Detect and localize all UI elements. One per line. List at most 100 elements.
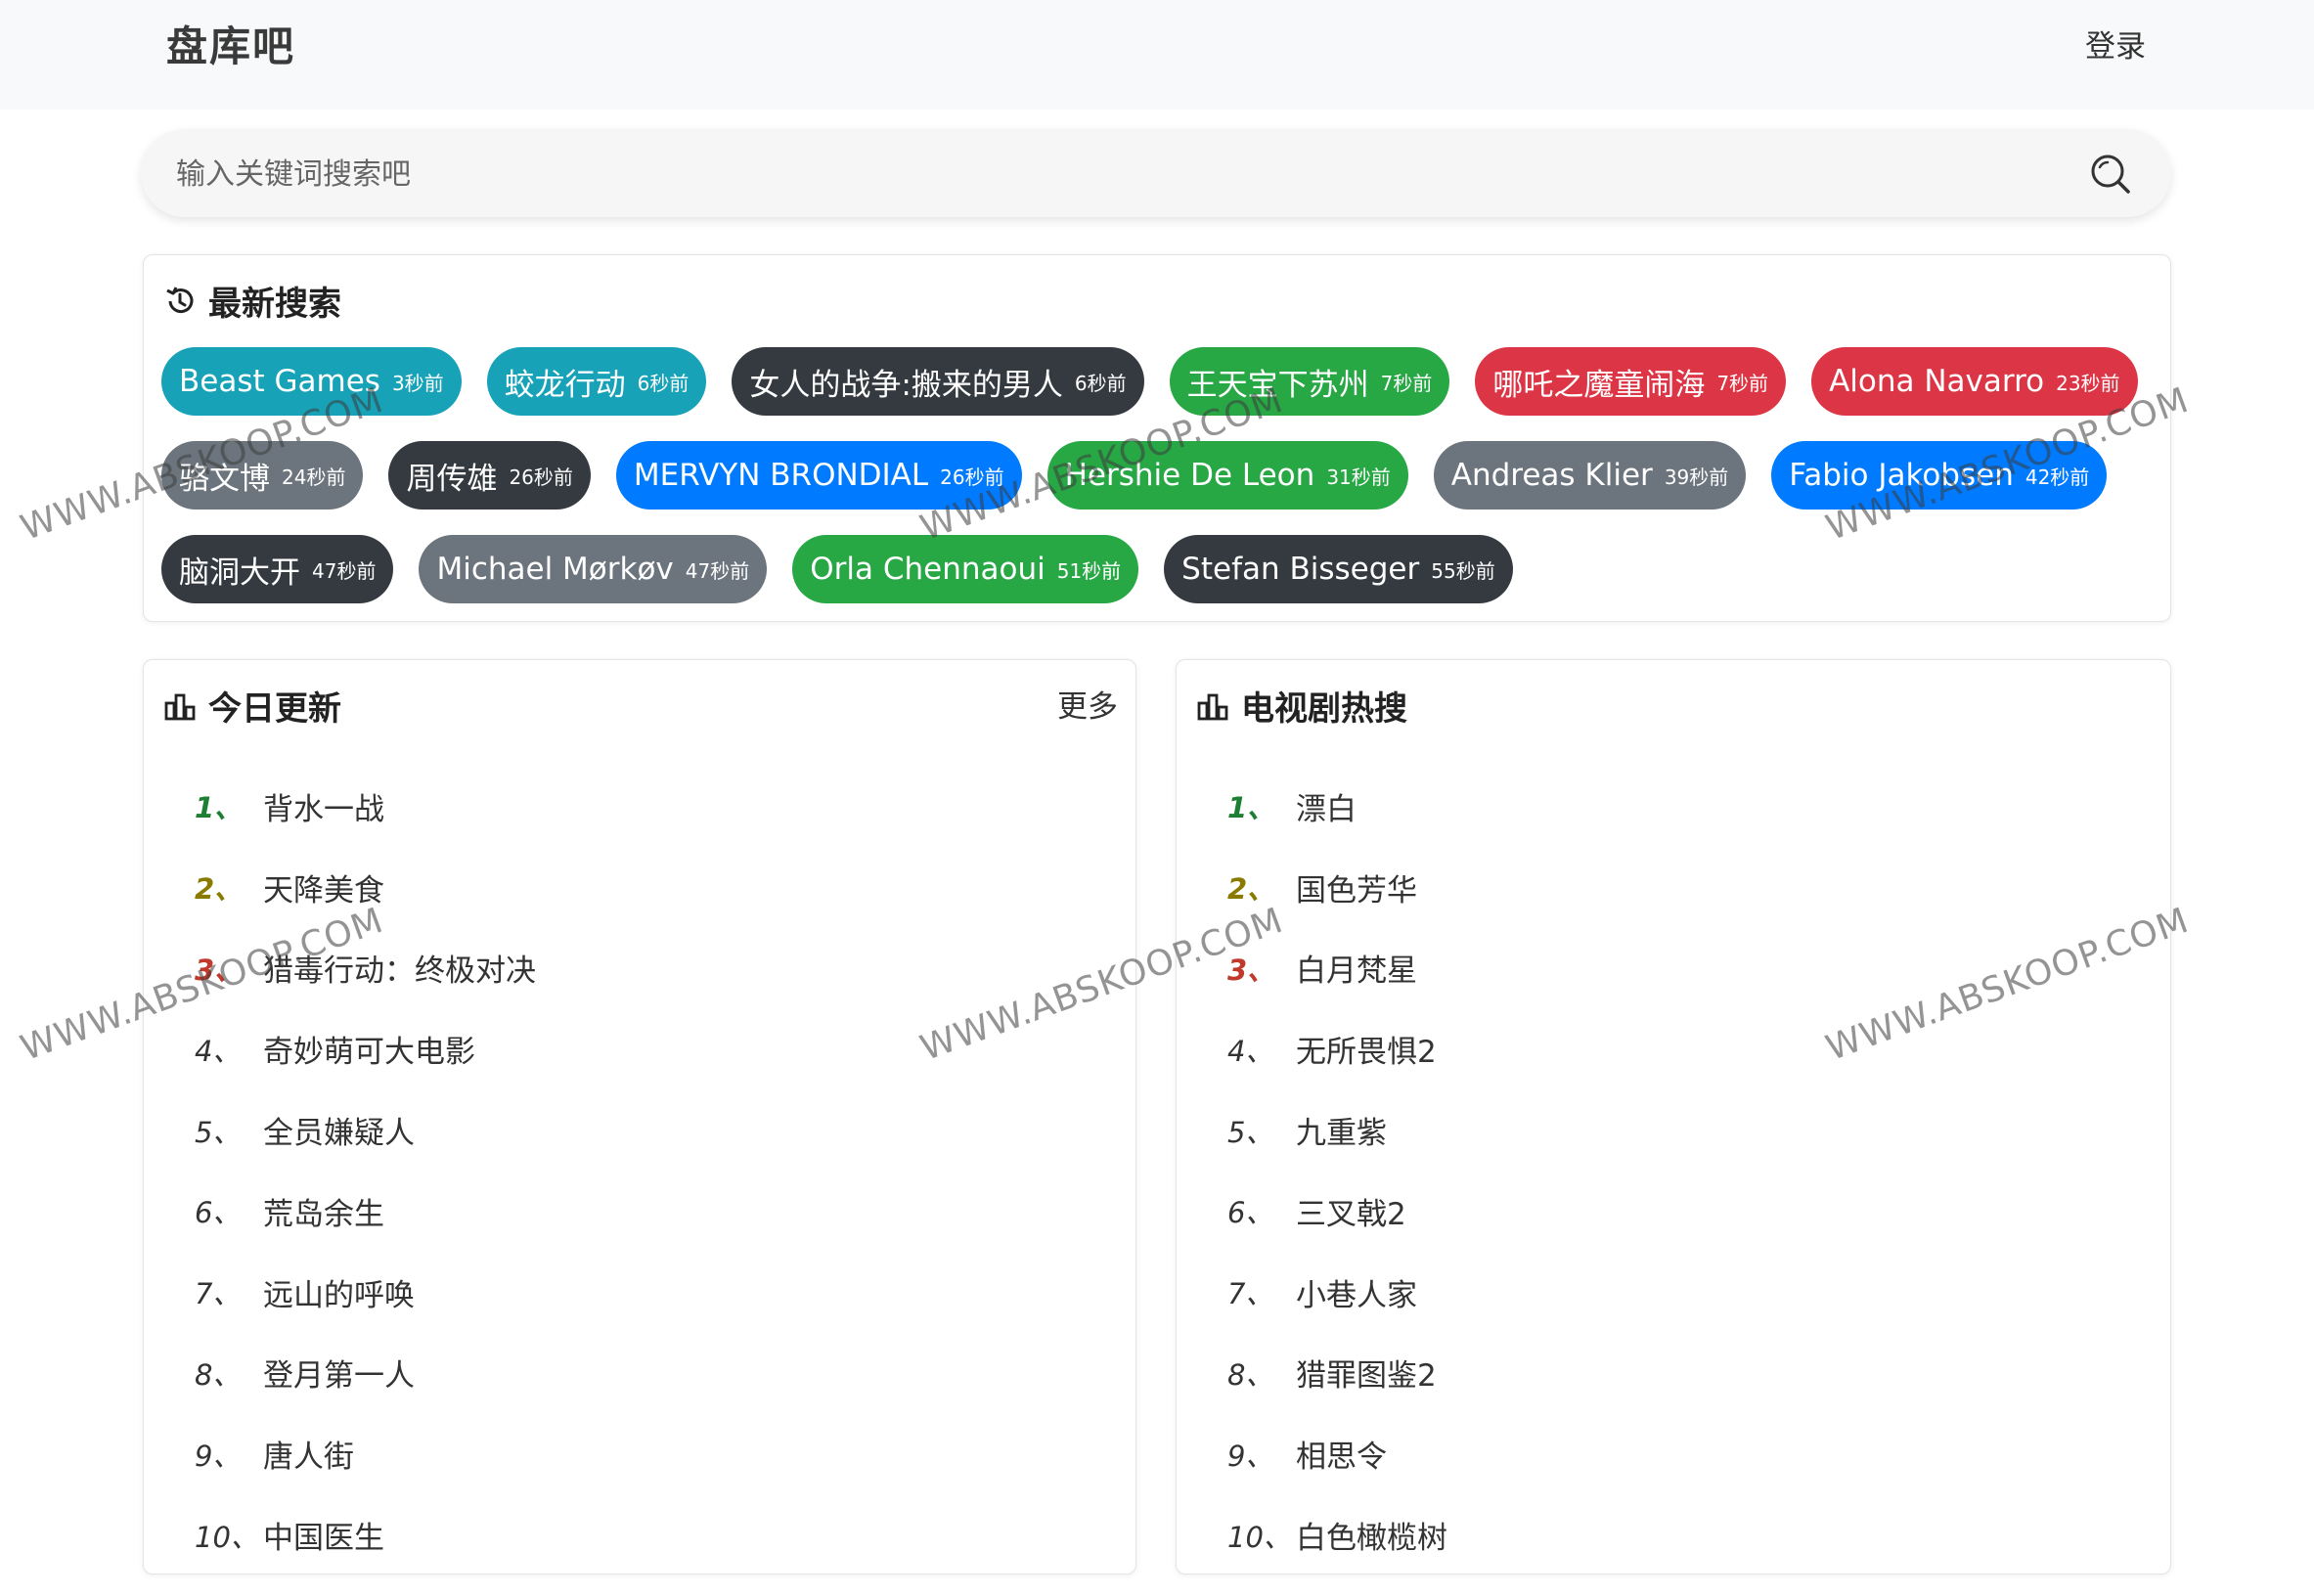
search-icon[interactable]	[2089, 153, 2132, 196]
rank-number: 3、	[1227, 953, 1276, 987]
recent-search-tag[interactable]: Stefan Bisseger 55秒前	[1164, 535, 1513, 603]
tag-time: 26秒前	[940, 465, 1004, 489]
rank-number: 8、	[1227, 1357, 1274, 1392]
today-updates-heading: 今日更新	[163, 682, 341, 730]
history-icon	[166, 286, 194, 313]
tag-label: MERVYN BRONDIAL	[633, 458, 929, 493]
recent-search-tag[interactable]: 蛟龙行动 6秒前	[486, 347, 707, 416]
tag-label: 骆文博	[179, 461, 270, 497]
item-title[interactable]: 中国医生	[263, 1513, 384, 1557]
item-title[interactable]: 远山的呼唤	[263, 1270, 415, 1314]
rank-number: 3、	[195, 953, 244, 987]
recent-search-tag[interactable]: 女人的战争:搬来的男人 6秒前	[732, 347, 1144, 416]
item-title[interactable]: 漂白	[1296, 784, 1357, 828]
item-title[interactable]: 登月第一人	[263, 1351, 415, 1395]
list-item[interactable]: 1、 漂白	[1227, 766, 2108, 847]
item-title[interactable]: 相思令	[1296, 1432, 1387, 1476]
list-item[interactable]: 7、 小巷人家	[1227, 1252, 2108, 1333]
tag-label: Orla Chennaoui	[810, 552, 1046, 587]
ranking-icon	[1197, 693, 1228, 720]
rank-number: 5、	[1227, 1115, 1274, 1149]
tv-list: 1、 漂白 2、 国色芳华 3、 白月梵星 4、 无所畏惧2 5、 九重紫 6、 三叉戟2 7、 小巷人家…	[1227, 766, 2108, 1575]
item-title[interactable]: 九重紫	[1296, 1108, 1387, 1152]
tag-label: Fabio Jakobsen	[1789, 458, 2014, 493]
tag-label: 周传雄	[406, 461, 498, 497]
tag-time: 7秒前	[1716, 371, 1769, 395]
recent-search-tag[interactable]: Michael Mørkøv 47秒前	[419, 535, 768, 603]
recent-search-tag[interactable]: Beast Games 3秒前	[161, 347, 462, 416]
item-title[interactable]: 小巷人家	[1296, 1270, 1417, 1314]
tag-time: 47秒前	[312, 558, 377, 583]
item-title[interactable]: 荒岛余生	[263, 1189, 384, 1233]
item-title[interactable]: 国色芳华	[1296, 865, 1417, 909]
list-item[interactable]: 2、 国色芳华	[1227, 847, 2108, 928]
item-title[interactable]: 无所畏惧2	[1296, 1027, 1437, 1071]
recent-search-tag[interactable]: Andreas Klier 39秒前	[1433, 441, 1747, 510]
recent-search-tag[interactable]: 王天宝下苏州 7秒前	[1169, 347, 1450, 416]
item-title[interactable]: 唐人街	[263, 1432, 354, 1476]
item-title[interactable]: 白月梵星	[1296, 946, 1417, 990]
list-item[interactable]: 4、 无所畏惧2	[1227, 1008, 2108, 1089]
list-item[interactable]: 5、 九重紫	[1227, 1089, 2108, 1171]
item-title[interactable]: 猎毒行动：终极对决	[263, 946, 536, 990]
tag-time: 7秒前	[1380, 371, 1433, 395]
list-item[interactable]: 4、 奇妙萌可大电影	[195, 1008, 1075, 1089]
list-item[interactable]: 9、 相思令	[1227, 1413, 2108, 1494]
list-item[interactable]: 7、 远山的呼唤	[195, 1252, 1075, 1333]
search-input[interactable]	[174, 129, 2036, 219]
list-item[interactable]: 10、 白色橄榄树	[1227, 1494, 2108, 1575]
item-title[interactable]: 白色橄榄树	[1296, 1513, 1447, 1557]
recent-search-tag[interactable]: MERVYN BRONDIAL 26秒前	[615, 441, 1022, 510]
item-title[interactable]: 天降美食	[263, 865, 384, 909]
tag-label: Andreas Klier	[1450, 458, 1653, 493]
recent-tags: Beast Games 3秒前 蛟龙行动 6秒前 女人的战争:搬来的男人 6秒前 王天宝下苏…	[161, 347, 2157, 603]
recent-search-tag[interactable]: Orla Chennaoui 51秒前	[792, 535, 1139, 603]
tag-time: 26秒前	[509, 465, 573, 489]
item-title[interactable]: 全员嫌疑人	[263, 1108, 415, 1152]
tv-hot-title: 电视剧热搜	[1241, 689, 1407, 729]
ranking-icon	[164, 693, 196, 720]
tag-label: 脑洞大开	[179, 554, 300, 591]
rank-number: 6、	[1227, 1196, 1274, 1230]
list-item[interactable]: 9、 唐人街	[195, 1413, 1075, 1494]
tag-time: 42秒前	[2025, 465, 2090, 489]
more-link[interactable]: 更多	[1057, 682, 1118, 726]
rank-number: 9、	[1227, 1439, 1274, 1473]
tag-time: 6秒前	[1074, 371, 1127, 395]
item-title[interactable]: 猎罪图鉴2	[1296, 1351, 1437, 1395]
top-navbar: 盘库吧 登录	[0, 0, 2314, 110]
tag-time: 47秒前	[685, 558, 750, 583]
recent-search-tag[interactable]: Hershie De Leon 31秒前	[1046, 441, 1408, 510]
item-title[interactable]: 三叉戟2	[1296, 1189, 1406, 1233]
list-item[interactable]: 8、 猎罪图鉴2	[1227, 1333, 2108, 1414]
tag-label: 哪吒之魔童闹海	[1492, 367, 1706, 403]
recent-search-tag[interactable]: 周传雄 26秒前	[388, 441, 591, 510]
recent-searches-heading: 最新搜索	[163, 277, 341, 325]
tag-label: Alona Navarro	[1829, 364, 2045, 399]
rank-number: 2、	[195, 872, 244, 907]
recent-search-tag[interactable]: Fabio Jakobsen 42秒前	[1771, 441, 2108, 510]
site-logo[interactable]: 盘库吧	[166, 14, 295, 73]
recent-search-tag[interactable]: 脑洞大开 47秒前	[161, 535, 394, 603]
item-title[interactable]: 奇妙萌可大电影	[263, 1027, 475, 1071]
today-updates-card: 今日更新 更多 1、 背水一战 2、 天降美食 3、 猎毒行动：终极对决 4、 奇妙萌可大电影…	[143, 659, 1136, 1574]
list-item[interactable]: 3、 白月梵星	[1227, 928, 2108, 1009]
recent-search-tag[interactable]: 哪吒之魔童闹海 7秒前	[1475, 347, 1787, 416]
tag-time: 55秒前	[1431, 558, 1495, 583]
list-item[interactable]: 5、 全员嫌疑人	[195, 1089, 1075, 1171]
list-item[interactable]: 10、 中国医生	[195, 1494, 1075, 1575]
recent-searches-card: 最新搜索 Beast Games 3秒前 蛟龙行动 6秒前 女人的战争:搬来的男人 6秒前…	[143, 254, 2171, 622]
list-item[interactable]: 6、 荒岛余生	[195, 1171, 1075, 1252]
list-item[interactable]: 1、 背水一战	[195, 766, 1075, 847]
list-item[interactable]: 8、 登月第一人	[195, 1333, 1075, 1414]
list-item[interactable]: 3、 猎毒行动：终极对决	[195, 928, 1075, 1009]
recent-search-tag[interactable]: 骆文博 24秒前	[161, 441, 364, 510]
login-link[interactable]: 登录	[2085, 22, 2146, 66]
item-title[interactable]: 背水一战	[263, 784, 384, 828]
list-item[interactable]: 2、 天降美食	[195, 847, 1075, 928]
tag-time: 51秒前	[1056, 558, 1122, 583]
tag-time: 23秒前	[2056, 371, 2120, 395]
list-item[interactable]: 6、 三叉戟2	[1227, 1171, 2108, 1252]
recent-search-tag[interactable]: Alona Navarro 23秒前	[1811, 347, 2138, 416]
tag-label: Beast Games	[179, 364, 380, 399]
